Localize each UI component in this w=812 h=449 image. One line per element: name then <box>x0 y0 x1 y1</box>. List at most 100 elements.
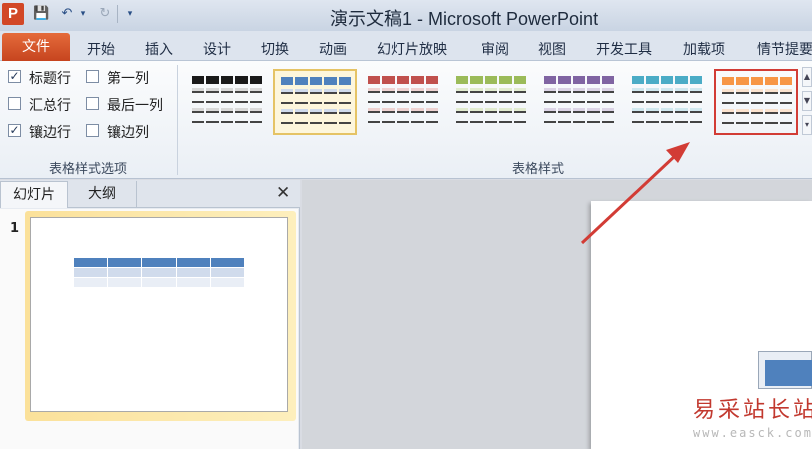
preview-row <box>192 98 263 104</box>
tab-storyboard[interactable]: 情节提要 <box>757 39 812 59</box>
preview-cell <box>587 108 600 113</box>
table-style-preview <box>456 76 527 128</box>
undo-dropdown-icon[interactable]: ▾ <box>78 5 88 23</box>
preview-cell <box>206 118 219 123</box>
gallery-down-icon[interactable]: ▼ <box>802 91 812 111</box>
tab-transitions[interactable]: 切换 <box>261 39 289 59</box>
table-style-1[interactable] <box>185 69 269 135</box>
window-title: 演示文稿1 - Microsoft PowerPoint <box>330 9 599 29</box>
preview-cell <box>382 98 395 103</box>
preview-cell <box>295 119 308 124</box>
tab-addins[interactable]: 加载项 <box>683 39 725 59</box>
preview-row <box>281 89 352 95</box>
preview-row <box>368 88 439 94</box>
option-label: 镶边行 <box>29 125 71 141</box>
checkbox-total-row[interactable] <box>8 97 21 110</box>
gallery-up-icon[interactable]: ▲ <box>802 67 812 87</box>
table-style-7[interactable] <box>714 69 798 135</box>
preview-cell <box>220 108 234 113</box>
preview-cell <box>295 99 308 104</box>
ribbon: ✓ 标题行 第一列 汇总行 最后一列 ✓ 镶边行 镶边列 表格样式选项 ▲ ▼ … <box>0 61 812 179</box>
preview-cell <box>646 76 659 84</box>
ribbon-tabs: 文件 开始 插入 设计 切换 动画 幻灯片放映 审阅 视图 开发工具 加载项 情… <box>0 31 812 61</box>
preview-cell <box>411 88 424 93</box>
undo-icon[interactable]: ↶ <box>59 5 75 23</box>
watermark-url: www.easck.com <box>693 426 812 440</box>
preview-cell <box>396 108 410 113</box>
slide-thumbnail-selected[interactable] <box>25 211 296 421</box>
preview-cell <box>660 76 674 84</box>
tab-insert[interactable]: 插入 <box>145 39 173 59</box>
tab-slideshow[interactable]: 幻灯片放映 <box>377 39 447 59</box>
preview-cell <box>192 108 205 113</box>
checkbox-banded-columns[interactable] <box>86 124 99 137</box>
table-style-preview <box>281 77 352 129</box>
preview-cell <box>632 118 645 123</box>
tab-animations[interactable]: 动画 <box>319 39 347 59</box>
table-style-2[interactable] <box>273 69 357 135</box>
tab-slides[interactable]: 幻灯片 <box>0 181 68 208</box>
preview-cell <box>689 98 703 103</box>
save-icon[interactable]: 💾 <box>33 5 49 23</box>
table-style-4[interactable] <box>449 69 533 135</box>
table-style-preview <box>544 76 615 128</box>
preview-cell <box>382 118 395 123</box>
preview-cell <box>750 109 764 114</box>
preview-cell <box>660 88 674 93</box>
preview-cell <box>192 76 205 84</box>
preview-row <box>192 88 263 94</box>
pane-tabs: 幻灯片 大纲 ✕ <box>0 180 300 208</box>
preview-cell <box>675 88 688 93</box>
checkbox-first-column[interactable] <box>86 70 99 83</box>
preview-cell <box>456 76 469 84</box>
preview-cell <box>411 108 424 113</box>
preview-cell <box>513 118 527 123</box>
preview-cell <box>249 108 263 113</box>
table-style-3[interactable] <box>361 69 445 135</box>
tab-file[interactable]: 文件 <box>2 33 70 61</box>
preview-cell <box>632 88 645 93</box>
preview-cell <box>750 77 764 85</box>
tab-outline[interactable]: 大纲 <box>68 181 137 208</box>
preview-cell <box>765 119 778 124</box>
preview-cell <box>499 98 512 103</box>
preview-row <box>544 108 615 114</box>
slide-thumbnail[interactable] <box>30 217 288 412</box>
checkbox-last-column[interactable] <box>86 97 99 110</box>
preview-row <box>368 98 439 104</box>
tab-design[interactable]: 设计 <box>203 39 231 59</box>
customize-qat-icon[interactable]: ▾ <box>124 5 136 23</box>
preview-cell <box>779 99 793 104</box>
checkbox-banded-rows[interactable]: ✓ <box>8 124 21 137</box>
preview-cell <box>558 98 571 103</box>
preview-cell <box>572 88 586 93</box>
thumbnail-table <box>74 258 245 288</box>
powerpoint-app-icon[interactable]: P <box>2 3 24 25</box>
preview-cell <box>425 88 439 93</box>
preview-cell <box>368 76 381 84</box>
preview-cell <box>249 88 263 93</box>
option-label: 镶边列 <box>107 125 149 141</box>
preview-cell <box>295 77 308 85</box>
preview-cell <box>558 76 571 84</box>
preview-header-row <box>192 76 263 84</box>
tab-view[interactable]: 视图 <box>538 39 566 59</box>
preview-cell <box>425 76 439 84</box>
close-icon[interactable]: ✕ <box>276 183 294 203</box>
tab-developer[interactable]: 开发工具 <box>596 39 652 59</box>
preview-cell <box>736 119 749 124</box>
preview-cell <box>281 89 294 94</box>
table-style-5[interactable] <box>537 69 621 135</box>
tab-review[interactable]: 审阅 <box>481 39 509 59</box>
redo-icon[interactable]: ↻ <box>97 5 113 23</box>
table-style-6[interactable] <box>625 69 709 135</box>
option-label: 标题行 <box>29 71 71 87</box>
preview-cell <box>220 88 234 93</box>
slide-table[interactable] <box>758 351 812 389</box>
thumbnail-table-row <box>74 268 245 277</box>
gallery-more-icon[interactable]: ▾ <box>802 115 812 135</box>
preview-cell <box>572 98 586 103</box>
checkbox-header-row[interactable]: ✓ <box>8 70 21 83</box>
tab-home[interactable]: 开始 <box>87 39 115 59</box>
preview-row <box>544 88 615 94</box>
